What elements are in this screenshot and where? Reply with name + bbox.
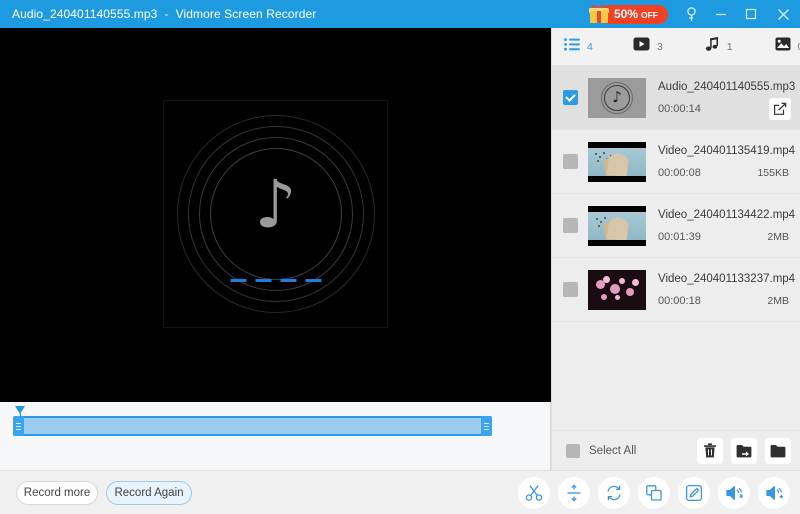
list-item[interactable]: Video_240401135419.mp4 00:00:08 155KB: [552, 130, 800, 194]
file-checkbox[interactable]: [563, 218, 578, 233]
list-icon: [564, 37, 580, 56]
image-icon: [775, 37, 791, 56]
app-window: Audio_240401140555.mp3 - Vidmore Screen …: [0, 0, 800, 514]
tool-buttons: [518, 477, 790, 509]
equalizer-bars: [230, 279, 321, 282]
record-again-button[interactable]: Record Again: [106, 481, 192, 505]
select-all-checkbox[interactable]: [566, 443, 580, 458]
tab-all[interactable]: 4: [564, 37, 593, 56]
file-size: 2MB: [767, 230, 789, 243]
select-all-label: Select All: [589, 444, 637, 457]
panel-tabs: 4 3 1: [552, 28, 800, 66]
promo-off-label: OFF: [641, 9, 658, 20]
file-checkbox[interactable]: [563, 154, 578, 169]
share-icon[interactable]: [769, 98, 791, 120]
delete-icon[interactable]: [697, 437, 723, 464]
file-meta: Video_240401135419.mp4 00:00:08 155KB: [658, 145, 800, 179]
file-list[interactable]: ♪ Audio_240401140555.mp3 00:00:14 Video_…: [552, 66, 800, 431]
convert-icon[interactable]: [598, 477, 630, 509]
file-thumbnail-audio: ♪: [588, 77, 646, 118]
minimize-icon[interactable]: [706, 0, 736, 28]
file-meta: Video_240401134422.mp4 00:01:39 2MB: [658, 209, 800, 243]
tab-audio[interactable]: 1: [705, 36, 733, 57]
video-icon: [633, 37, 650, 56]
gift-icon: [588, 4, 609, 23]
file-size: 155KB: [757, 166, 789, 179]
folder-icon[interactable]: [765, 437, 791, 464]
tab-audio-count: 1: [726, 40, 733, 53]
promo-pill[interactable]: 50% OFF: [599, 4, 668, 24]
file-thumbnail-video: [588, 205, 646, 246]
promo-banner[interactable]: 50% OFF: [588, 0, 668, 28]
maximize-icon[interactable]: [736, 0, 766, 28]
tab-video-count: 3: [656, 40, 663, 53]
edit-icon[interactable]: [678, 477, 710, 509]
file-panel: 4 3 1 ♪ Audio_240401140555.mp3 00:00:14 …: [551, 28, 800, 470]
bottom-bar: Record more Record Again: [0, 470, 800, 514]
volume-boost-icon[interactable]: [758, 477, 790, 509]
trim-handle-right[interactable]: [481, 416, 492, 436]
tab-image[interactable]: 0: [775, 37, 800, 56]
open-folder-arrow-icon[interactable]: [731, 437, 757, 464]
scissors-icon[interactable]: [518, 477, 550, 509]
audio-effect-icon[interactable]: [718, 477, 750, 509]
list-item[interactable]: Video_240401134422.mp4 00:01:39 2MB: [552, 194, 800, 258]
title-bar: Audio_240401140555.mp3 - Vidmore Screen …: [0, 0, 800, 28]
list-item[interactable]: Video_240401133237.mp4 00:00:18 2MB: [552, 258, 800, 322]
file-name: Video_240401135419.mp4: [658, 144, 796, 157]
playhead-marker[interactable]: [15, 406, 26, 436]
file-checkbox[interactable]: [563, 90, 578, 105]
title-filename: Audio_240401140555.mp3: [12, 7, 158, 21]
panel-footer: Select All: [552, 430, 800, 470]
music-icon: [705, 36, 720, 57]
key-icon[interactable]: [676, 0, 706, 28]
file-thumbnail-video: [588, 269, 646, 310]
file-name: Video_240401133237.mp4: [658, 272, 796, 285]
media-preview[interactable]: ♪: [0, 28, 551, 402]
music-note-icon: ♪: [254, 165, 297, 243]
file-duration: 00:00:08: [658, 166, 701, 179]
trim-track-fill[interactable]: [13, 416, 492, 436]
audio-visualizer: ♪: [163, 100, 388, 328]
record-more-button[interactable]: Record more: [16, 481, 98, 505]
file-thumbnail-video: [588, 141, 646, 182]
file-meta: Video_240401133237.mp4 00:00:18 2MB: [658, 273, 800, 307]
split-icon[interactable]: [558, 477, 590, 509]
merge-icon[interactable]: [638, 477, 670, 509]
title-bar-controls: 50% OFF: [588, 0, 800, 28]
tab-video[interactable]: 3: [633, 37, 663, 56]
tab-all-count: 4: [587, 40, 593, 53]
timeline-area: Trim 00:00:00/ 00:00:14 1.0x ▾: [0, 402, 551, 470]
file-checkbox[interactable]: [563, 282, 578, 297]
file-duration: 00:01:39: [658, 230, 701, 243]
file-name: Video_240401134422.mp4: [658, 208, 796, 221]
title-app-name: Vidmore Screen Recorder: [175, 7, 317, 21]
trim-track[interactable]: [13, 416, 492, 436]
file-size: 2MB: [767, 294, 789, 307]
title-separator: -: [164, 7, 169, 21]
file-duration: 00:00:14: [658, 102, 701, 115]
close-icon[interactable]: [766, 0, 800, 28]
promo-percent: 50%: [613, 6, 638, 21]
panel-footer-actions: [697, 437, 791, 464]
file-name: Audio_240401140555.mp3: [658, 80, 796, 93]
file-duration: 00:00:18: [658, 294, 701, 307]
list-item[interactable]: ♪ Audio_240401140555.mp3 00:00:14: [552, 66, 800, 130]
